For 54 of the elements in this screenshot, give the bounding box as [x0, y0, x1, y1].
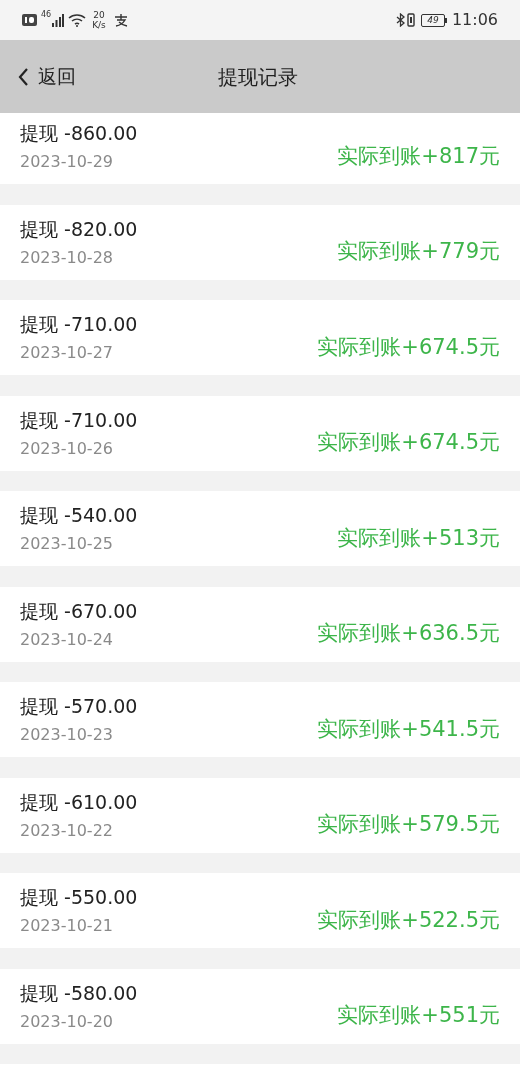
received-amount: 实际到账+551元 [337, 1002, 500, 1030]
vibrate-icon [406, 13, 415, 27]
record-amount: 提现 -570.00 [20, 694, 139, 718]
received-amount: 实际到账+674.5元 [317, 429, 500, 457]
record-date: 2023-10-23 [20, 725, 114, 745]
record-amount: 提现 -550.00 [20, 885, 139, 909]
bluetooth-icon [395, 13, 405, 27]
network-type: 46 [41, 11, 52, 19]
record-amount: 提现 -710.00 [20, 407, 139, 432]
record-date: 2023-10-27 [20, 343, 114, 363]
record-amount: 提现 -710.00 [20, 312, 139, 336]
record-date: 2023-10-21 [20, 916, 114, 936]
record-amount: 提现 -540.00 [20, 503, 139, 527]
record-row[interactable]: 提现 -710.00 2023-10-27 实际到账+674.5元 [0, 300, 520, 375]
record-date: 2023-10-22 [20, 820, 114, 841]
record-row[interactable]: 提现 -710.00 2023-10-26 实际到账+674.5元 [0, 395, 520, 471]
app-notification-icon [113, 13, 128, 27]
record-date: 2023-10-25 [20, 534, 114, 554]
record-row[interactable]: 提现 -550.00 2023-10-21 实际到账+522.5元 [0, 873, 520, 948]
record-amount: 提现 -670.00 [20, 598, 139, 623]
battery-icon: 49 [420, 13, 447, 27]
record-row[interactable]: 提现 -820.00 2023-10-28 实际到账+779元 [0, 204, 520, 280]
signal-icon [52, 13, 65, 27]
speed-value: 20 [93, 10, 105, 20]
record-amount: 提现 -580.00 [20, 980, 139, 1005]
received-amount: 实际到账+674.5元 [317, 333, 500, 361]
record-date: 2023-10-28 [20, 247, 114, 268]
record-amount: 提现 -610.00 [20, 789, 139, 814]
hd-icon [22, 14, 37, 26]
record-amount: 提现 -860.00 [20, 121, 139, 145]
record-row[interactable]: 提现 -580.00 2023-10-20 实际到账+551元 [0, 968, 520, 1044]
record-row[interactable]: 提现 -570.00 2023-10-23 实际到账+541.5元 [0, 682, 520, 757]
record-date: 2023-10-26 [20, 438, 114, 459]
page-title: 提现记录 [218, 63, 298, 91]
record-row[interactable]: 提现 -670.00 2023-10-24 实际到账+636.5元 [0, 586, 520, 662]
record-date: 2023-10-29 [20, 152, 114, 172]
record-amount: 提现 -820.00 [20, 216, 139, 241]
received-amount: 实际到账+579.5元 [317, 811, 500, 839]
back-button[interactable]: 返回 [18, 62, 76, 91]
record-date: 2023-10-20 [20, 1011, 114, 1032]
received-amount: 实际到账+541.5元 [317, 715, 500, 743]
clock-time: 11:06 [451, 9, 498, 31]
record-row[interactable]: 提现 -540.00 2023-10-25 实际到账+513元 [0, 491, 520, 566]
received-amount: 实际到账+817元 [337, 142, 500, 170]
received-amount: 实际到账+636.5元 [317, 620, 500, 648]
record-row[interactable]: 提现 -860.00 2023-10-29 实际到账+817元 [0, 113, 520, 184]
wifi-icon [68, 13, 87, 27]
record-row[interactable]: 提现 -610.00 2023-10-22 实际到账+579.5元 [0, 777, 520, 853]
received-amount: 实际到账+522.5元 [317, 906, 500, 934]
speed-unit: K/s [92, 20, 106, 30]
received-amount: 实际到账+779元 [337, 238, 500, 266]
record-date: 2023-10-24 [20, 629, 114, 650]
received-amount: 实际到账+513元 [337, 524, 500, 552]
back-icon [18, 67, 29, 86]
